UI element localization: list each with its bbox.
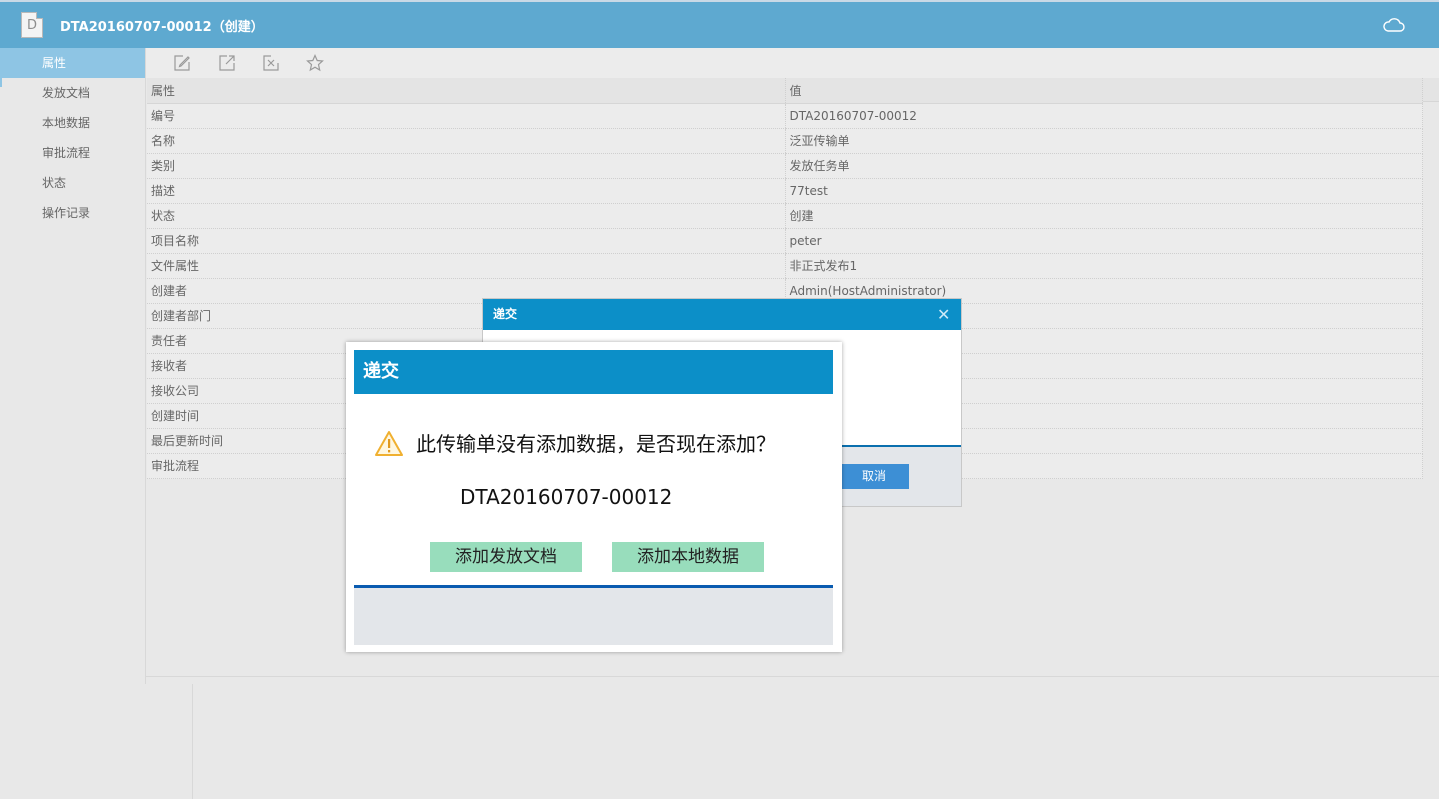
row-value: DTA20160707-00012 bbox=[784, 103, 1423, 129]
sidebar-item-properties[interactable]: 属性 bbox=[0, 48, 145, 78]
sidebar: 属性 发放文档 本地数据 审批流程 状态 操作记录 bbox=[0, 48, 146, 684]
sidebar-item-operation-log[interactable]: 操作记录 bbox=[0, 198, 145, 228]
add-release-doc-button[interactable]: 添加发放文档 bbox=[430, 542, 582, 572]
edit-icon[interactable] bbox=[173, 54, 191, 72]
sidebar-active-marker bbox=[0, 57, 2, 87]
row-value: 创建 bbox=[784, 203, 1423, 229]
table-row[interactable]: 编号 DTA20160707-00012 bbox=[147, 103, 1423, 129]
divider bbox=[146, 676, 1439, 677]
column-header-property: 属性 bbox=[147, 78, 785, 104]
row-key: 描述 bbox=[147, 178, 785, 204]
row-value: peter bbox=[784, 228, 1423, 254]
dialog-title: 递交 bbox=[354, 350, 833, 394]
table-row[interactable]: 类别 发放任务单 bbox=[147, 153, 1423, 179]
star-icon[interactable] bbox=[306, 54, 324, 72]
close-icon[interactable]: ✕ bbox=[937, 299, 951, 330]
sidebar-item-local-data[interactable]: 本地数据 bbox=[0, 108, 145, 138]
dialog-title: 递交 bbox=[493, 307, 518, 321]
dialog-message: 此传输单没有添加数据，是否现在添加？ bbox=[416, 432, 776, 456]
cloud-icon[interactable] bbox=[1382, 16, 1406, 34]
table-row[interactable]: 描述 77test bbox=[147, 178, 1423, 204]
add-data-dialog: 递交 此传输单没有添加数据，是否现在添加？ DTA20160707-00012 … bbox=[346, 342, 842, 652]
toolbar bbox=[146, 48, 1439, 78]
row-key: 文件属性 bbox=[147, 253, 785, 279]
table-scroll-gutter bbox=[1423, 78, 1439, 102]
table-row[interactable]: 文件属性 非正式发布1 bbox=[147, 253, 1423, 279]
document-number: DTA20160707-00012 bbox=[460, 485, 673, 509]
bottom-panel bbox=[0, 684, 193, 799]
delete-icon[interactable] bbox=[262, 54, 280, 72]
row-key: 状态 bbox=[147, 203, 785, 229]
sidebar-item-approval-flow[interactable]: 审批流程 bbox=[0, 138, 145, 168]
document-icon-letter: D bbox=[26, 17, 37, 33]
table-row[interactable]: 名称 泛亚传输单 bbox=[147, 128, 1423, 154]
sidebar-item-release-docs[interactable]: 发放文档 bbox=[0, 78, 145, 108]
row-key: 类别 bbox=[147, 153, 785, 179]
column-header-value: 值 bbox=[784, 78, 1423, 104]
row-key: 项目名称 bbox=[147, 228, 785, 254]
row-value: 泛亚传输单 bbox=[784, 128, 1423, 154]
table-row[interactable]: 状态 创建 bbox=[147, 203, 1423, 229]
page-title: DTA20160707-00012（创建） bbox=[60, 20, 264, 35]
row-value: 77test bbox=[784, 178, 1423, 204]
row-value: 发放任务单 bbox=[784, 153, 1423, 179]
row-value: 非正式发布1 bbox=[784, 253, 1423, 279]
row-key: 名称 bbox=[147, 128, 785, 154]
dialog-footer bbox=[354, 585, 833, 645]
cancel-button[interactable]: 取消 bbox=[839, 464, 909, 489]
table-row[interactable]: 项目名称 peter bbox=[147, 228, 1423, 254]
dialog-header: 递交 ✕ bbox=[483, 299, 961, 330]
sidebar-item-status[interactable]: 状态 bbox=[0, 168, 145, 198]
title-bar: D DTA20160707-00012（创建） bbox=[0, 0, 1439, 48]
row-key: 编号 bbox=[147, 103, 785, 129]
add-local-data-button[interactable]: 添加本地数据 bbox=[612, 542, 764, 572]
document-icon: D bbox=[21, 12, 43, 38]
export-icon[interactable] bbox=[218, 54, 236, 72]
table-header-row: 属性 值 bbox=[147, 78, 1423, 104]
warning-icon bbox=[375, 431, 403, 456]
